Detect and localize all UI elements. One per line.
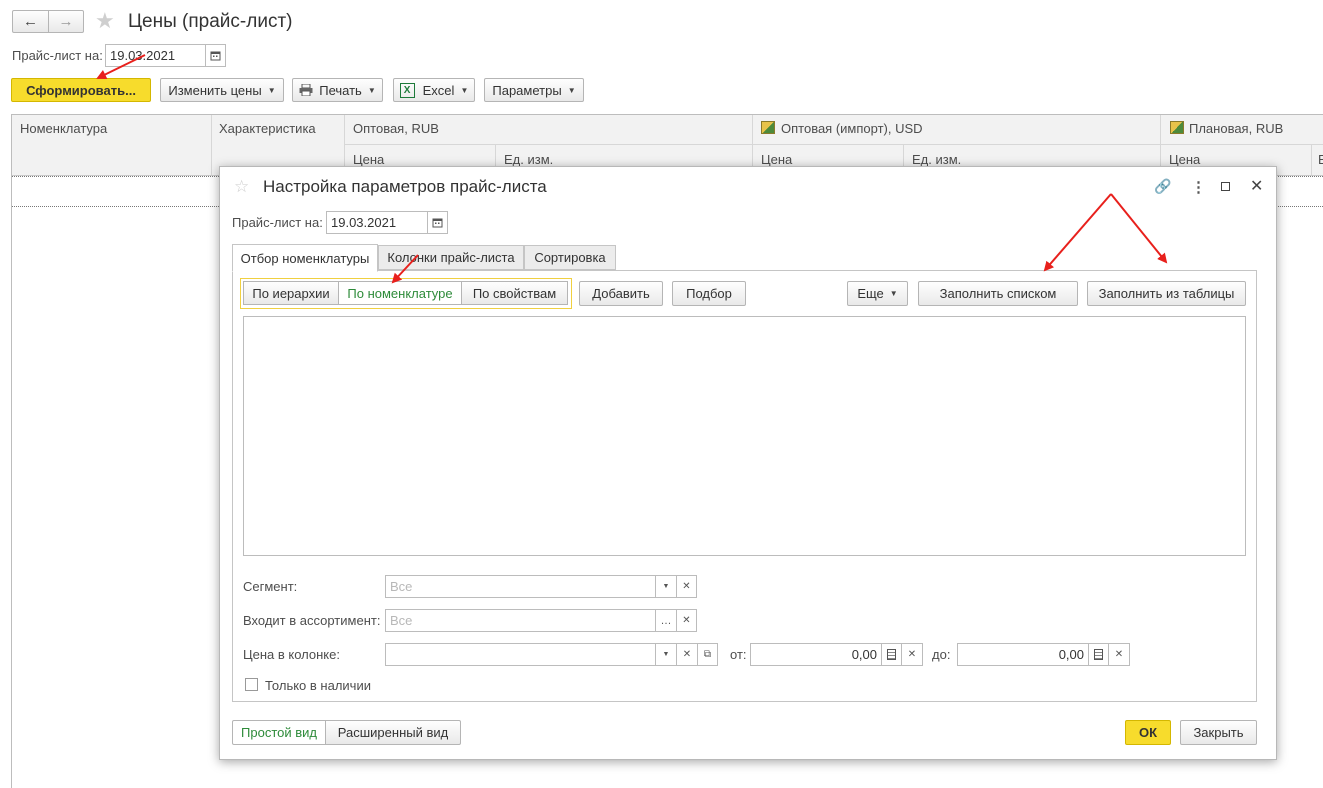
- arrow-annotation: [391, 254, 419, 284]
- annotation-arrows: [96, 54, 1168, 284]
- arrow-annotation: [1110, 193, 1168, 264]
- arrow-annotation: [96, 54, 146, 79]
- arrow-annotation: [1043, 193, 1112, 272]
